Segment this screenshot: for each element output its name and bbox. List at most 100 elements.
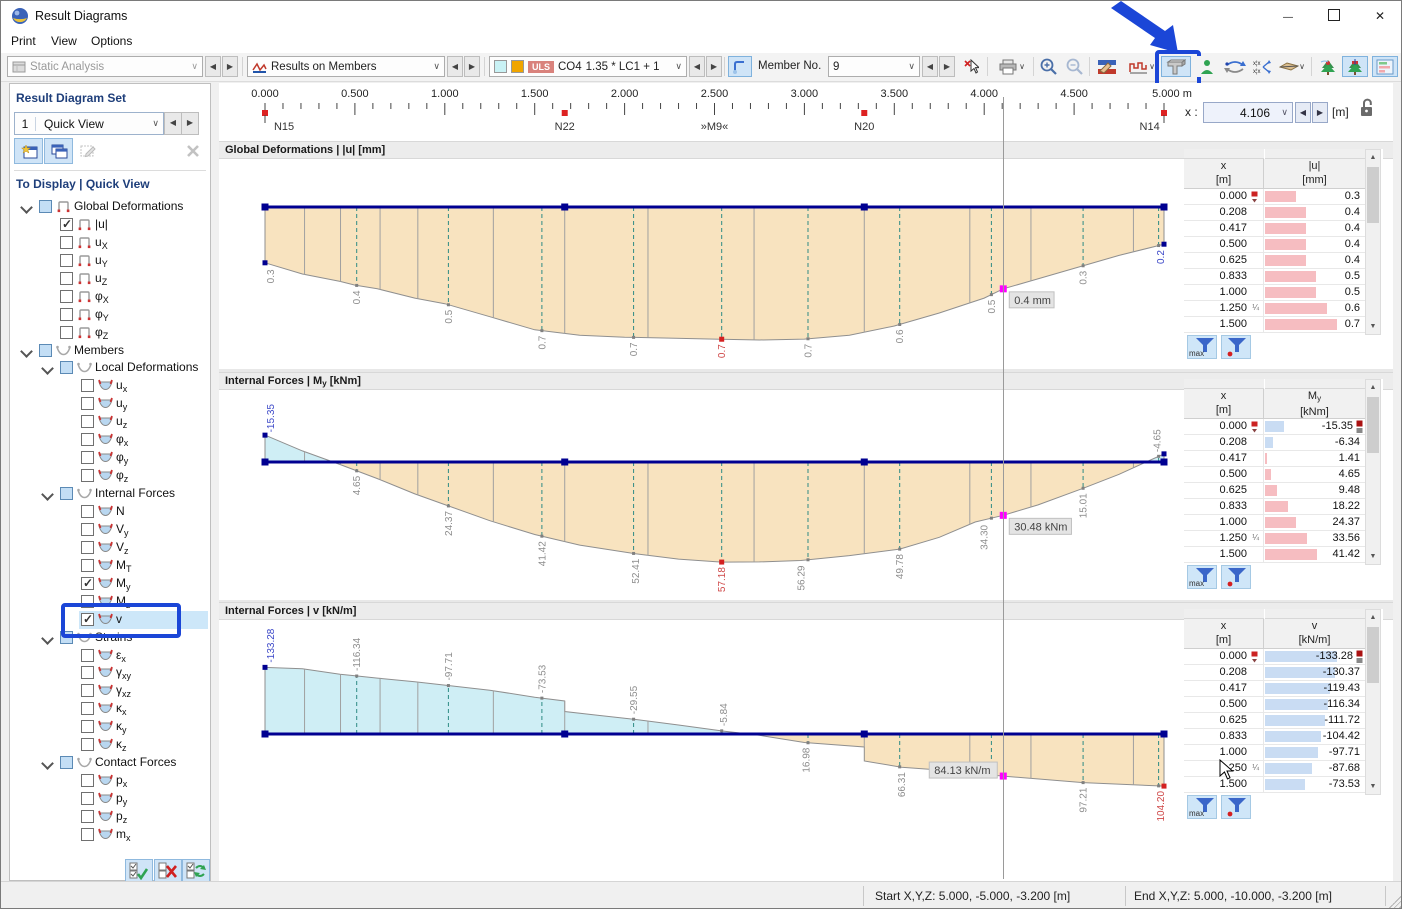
table-scrollbar[interactable]: ▲ ▼ [1365, 379, 1381, 565]
results-next-button[interactable]: ▶ [464, 56, 480, 77]
sidebar-item-uz[interactable]: uz [10, 413, 210, 431]
sidebar-item-ux[interactable]: uX [10, 234, 210, 252]
checkbox-x[interactable] [81, 702, 94, 716]
checkbox-globaldeformations[interactable] [39, 200, 52, 213]
new-set-button[interactable] [14, 138, 43, 164]
resize-grip[interactable] [1389, 896, 1401, 908]
sidebar-item-globaldeformations[interactable]: Global Deformations [10, 198, 210, 216]
table-row[interactable]: 0.208 0.4 [1184, 205, 1365, 221]
sidebar-item-uy[interactable]: uy [10, 395, 210, 413]
filter-values-button[interactable] [1221, 335, 1251, 359]
checkbox-mx[interactable] [81, 827, 94, 841]
checkbox-y[interactable] [81, 720, 94, 734]
checkbox-x[interactable] [81, 433, 94, 447]
sidebar-item-x[interactable]: φX [10, 288, 210, 306]
filter-max-button[interactable]: max [1187, 335, 1217, 359]
scroll-up-button[interactable]: ▲ [1366, 150, 1380, 165]
member-no-combo[interactable]: 9 [828, 56, 920, 77]
table-row[interactable]: 1.500 41.42 [1184, 547, 1365, 563]
sidebar-item-vy[interactable]: Vy [10, 521, 210, 539]
display-navigator-button[interactable] [1342, 56, 1368, 77]
set-prev-button[interactable]: ◀ [164, 112, 182, 135]
filter-max-button[interactable]: max [1187, 795, 1217, 819]
table-row[interactable]: 0.208 -130.37 [1184, 665, 1365, 681]
delete-set-button[interactable] [180, 138, 206, 164]
table-row[interactable]: 0.000 -133.28 [1184, 649, 1365, 665]
project-navigator-button[interactable] [1316, 56, 1340, 77]
sidebar-item-x[interactable]: φx [10, 431, 210, 449]
member-select-button[interactable] [728, 56, 752, 77]
result-tables-button[interactable] [1372, 56, 1398, 77]
checkbox-ux[interactable] [81, 379, 94, 393]
set-next-button[interactable]: ▶ [181, 112, 199, 135]
x-position-combo[interactable]: 4.106 [1203, 102, 1293, 123]
checkbox-y[interactable] [81, 451, 94, 465]
scroll-up-button[interactable]: ▲ [1366, 380, 1380, 395]
chevron-expanded-icon[interactable] [20, 201, 33, 214]
analysis-prev-button[interactable]: ◀ [205, 56, 221, 77]
table-row[interactable]: 1.000 0.5 [1184, 285, 1365, 301]
checkbox-members[interactable] [39, 343, 52, 357]
table-row[interactable]: 0.000 -15.35 [1184, 419, 1365, 435]
sidebar-item-z[interactable]: φZ [10, 324, 210, 342]
checkbox-contactforces[interactable] [60, 756, 73, 770]
unlock-icon[interactable] [1359, 97, 1375, 119]
checkbox-z[interactable] [81, 469, 94, 483]
table-row[interactable]: 0.417 1.41 [1184, 451, 1365, 467]
table-row[interactable]: 1.000 24.37 [1184, 515, 1365, 531]
table-row[interactable]: 1.250 ¼ 0.6 [1184, 301, 1365, 317]
load-case-combo[interactable]: ULS CO4 1.35 * LC1 + 1... [489, 56, 687, 77]
load-case-next-button[interactable]: ▶ [706, 56, 722, 77]
sidebar-item-vz[interactable]: Vz [10, 539, 210, 557]
checkbox-pz[interactable] [81, 809, 94, 823]
maximize-button[interactable] [1311, 1, 1357, 31]
uncheck-all-button[interactable] [154, 859, 182, 883]
table-row[interactable]: 1.500 -73.53 [1184, 777, 1365, 793]
copy-set-button[interactable] [44, 138, 73, 164]
filter-values-button[interactable] [1221, 565, 1251, 589]
sidebar-item-x[interactable]: εx [10, 647, 210, 665]
close-button[interactable] [1357, 1, 1401, 31]
checkbox-vy[interactable] [81, 522, 94, 536]
chevron-expanded-icon[interactable] [41, 631, 54, 645]
checkbox-my[interactable] [81, 576, 94, 590]
result-diagram-set-combo[interactable]: 1 Quick View [14, 112, 164, 135]
sidebar-item-y[interactable]: φY [10, 306, 210, 324]
table-row[interactable]: 0.500 4.65 [1184, 467, 1365, 483]
sidebar-item-uy[interactable]: uY [10, 252, 210, 270]
sidebar-item-z[interactable]: φz [10, 467, 210, 485]
table-row[interactable]: 0.208 -6.34 [1184, 435, 1365, 451]
checkbox-uz[interactable] [60, 271, 73, 285]
checkbox-x[interactable] [60, 289, 73, 303]
table-row[interactable]: 0.625 9.48 [1184, 483, 1365, 499]
load-case-prev-button[interactable]: ◀ [689, 56, 705, 77]
sidebar-item-my[interactable]: My [10, 575, 210, 593]
x-prev-button[interactable]: ◀ [1295, 102, 1311, 123]
analysis-combo[interactable]: Static Analysis [7, 56, 203, 77]
checkbox-py[interactable] [81, 792, 94, 806]
sidebar-item-localdeformations[interactable]: Local Deformations [10, 359, 210, 377]
table-row[interactable]: 0.833 0.5 [1184, 269, 1365, 285]
visibility-user-button[interactable] [1195, 56, 1219, 77]
checkbox-xz[interactable] [81, 684, 94, 698]
table-row[interactable]: 0.417 -119.43 [1184, 681, 1365, 697]
checkbox-u[interactable] [60, 217, 73, 231]
checkbox-ux[interactable] [60, 235, 73, 249]
member-next-button[interactable]: ▶ [939, 56, 955, 77]
print-button[interactable] [993, 56, 1031, 77]
scrollbar-thumb[interactable] [1367, 167, 1379, 223]
scrollbar-thumb[interactable] [1367, 397, 1379, 453]
menu-options[interactable]: Options [91, 34, 132, 48]
checkbox-uy[interactable] [81, 397, 94, 411]
member-prev-button[interactable]: ◀ [922, 56, 938, 77]
sidebar-item-x[interactable]: κx [10, 700, 210, 718]
sidebar-item-pz[interactable]: pz [10, 808, 210, 826]
table-row[interactable]: 0.500 -116.34 [1184, 697, 1365, 713]
checkbox-x[interactable] [81, 648, 94, 662]
sidebar-item-u[interactable]: |u| [10, 216, 210, 234]
table-row[interactable]: 0.500 0.4 [1184, 237, 1365, 253]
checkbox-localdeformations[interactable] [60, 361, 73, 375]
reverse-axis-button[interactable] [1221, 56, 1249, 77]
checkbox-vz[interactable] [81, 540, 94, 554]
sidebar-item-uz[interactable]: uZ [10, 270, 210, 288]
